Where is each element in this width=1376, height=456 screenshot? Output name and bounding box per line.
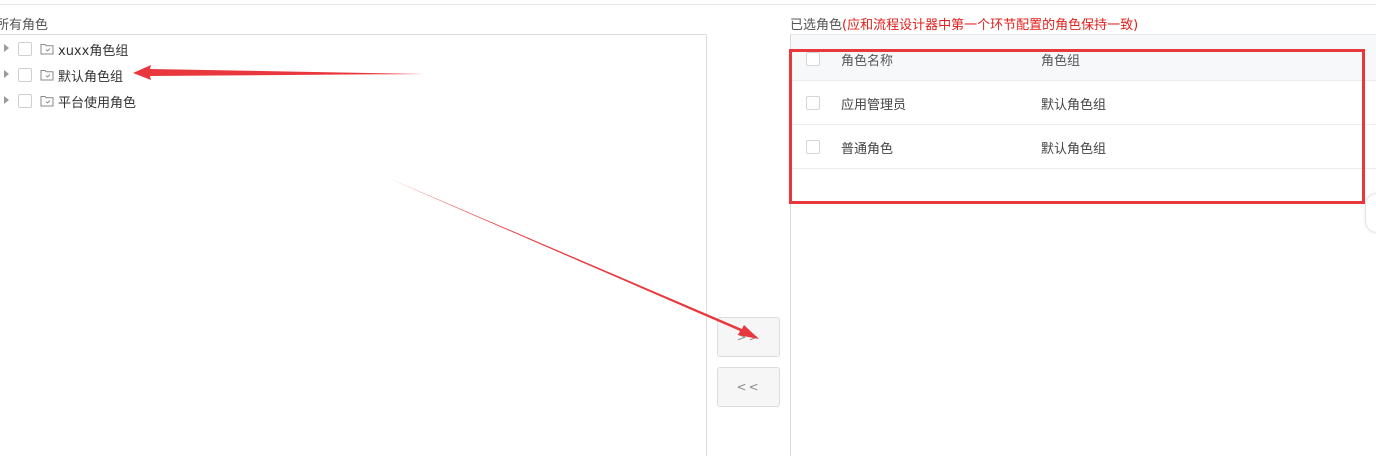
tree-item-label: 默认角色组 xyxy=(58,70,124,85)
row-checkbox[interactable] xyxy=(806,96,820,110)
expand-caret-icon[interactable] xyxy=(4,96,9,104)
add-selected-button[interactable]: >> xyxy=(717,317,780,357)
role-group-folder-icon xyxy=(40,44,54,55)
tree-item-checkbox[interactable] xyxy=(18,68,32,82)
column-header-role-name[interactable]: 角色名称 xyxy=(841,50,893,69)
selected-roles-label: 已选角色 xyxy=(790,18,843,33)
expand-caret-icon[interactable] xyxy=(4,44,9,52)
selected-roles-title: 已选角色(应和流程设计器中第一个环节配置的角色保持一致) xyxy=(790,14,1138,33)
tree-item-checkbox[interactable] xyxy=(18,42,32,56)
role-name-cell: 应用管理员 xyxy=(841,98,907,113)
table-row[interactable]: 普通角色 默认角色组 xyxy=(791,125,1376,169)
select-all-checkbox[interactable] xyxy=(806,52,820,66)
remove-selected-button[interactable]: << xyxy=(717,367,780,407)
selected-roles-note: (应和流程设计器中第一个环节配置的角色保持一致) xyxy=(842,18,1139,33)
role-group-folder-icon xyxy=(40,96,54,107)
table-header: 角色名称 角色组 xyxy=(791,35,1376,81)
all-roles-title: 所有角色 xyxy=(0,18,49,33)
role-group-cell: 默认角色组 xyxy=(1041,98,1107,113)
role-group-folder-icon xyxy=(40,70,54,81)
all-roles-tree-panel: xuxx角色组 默认角色组 平台使用角色 xyxy=(0,34,707,456)
tree-item-label: xuxx角色组 xyxy=(58,44,129,59)
role-group-cell: 默认角色组 xyxy=(1041,142,1107,157)
selected-roles-table: 角色名称 角色组 应用管理员 默认角色组 普通角色 默认角色组 xyxy=(790,34,1376,456)
table-row[interactable]: 应用管理员 默认角色组 xyxy=(791,81,1376,125)
column-header-role-group[interactable]: 角色组 xyxy=(1041,50,1080,69)
row-checkbox[interactable] xyxy=(806,140,820,154)
expand-caret-icon[interactable] xyxy=(4,70,9,78)
top-divider xyxy=(0,4,1376,5)
role-name-cell: 普通角色 xyxy=(841,142,894,157)
tree-item-checkbox[interactable] xyxy=(18,94,32,108)
tree-item-label: 平台使用角色 xyxy=(58,96,137,111)
side-collapse-handle[interactable] xyxy=(1365,193,1376,233)
